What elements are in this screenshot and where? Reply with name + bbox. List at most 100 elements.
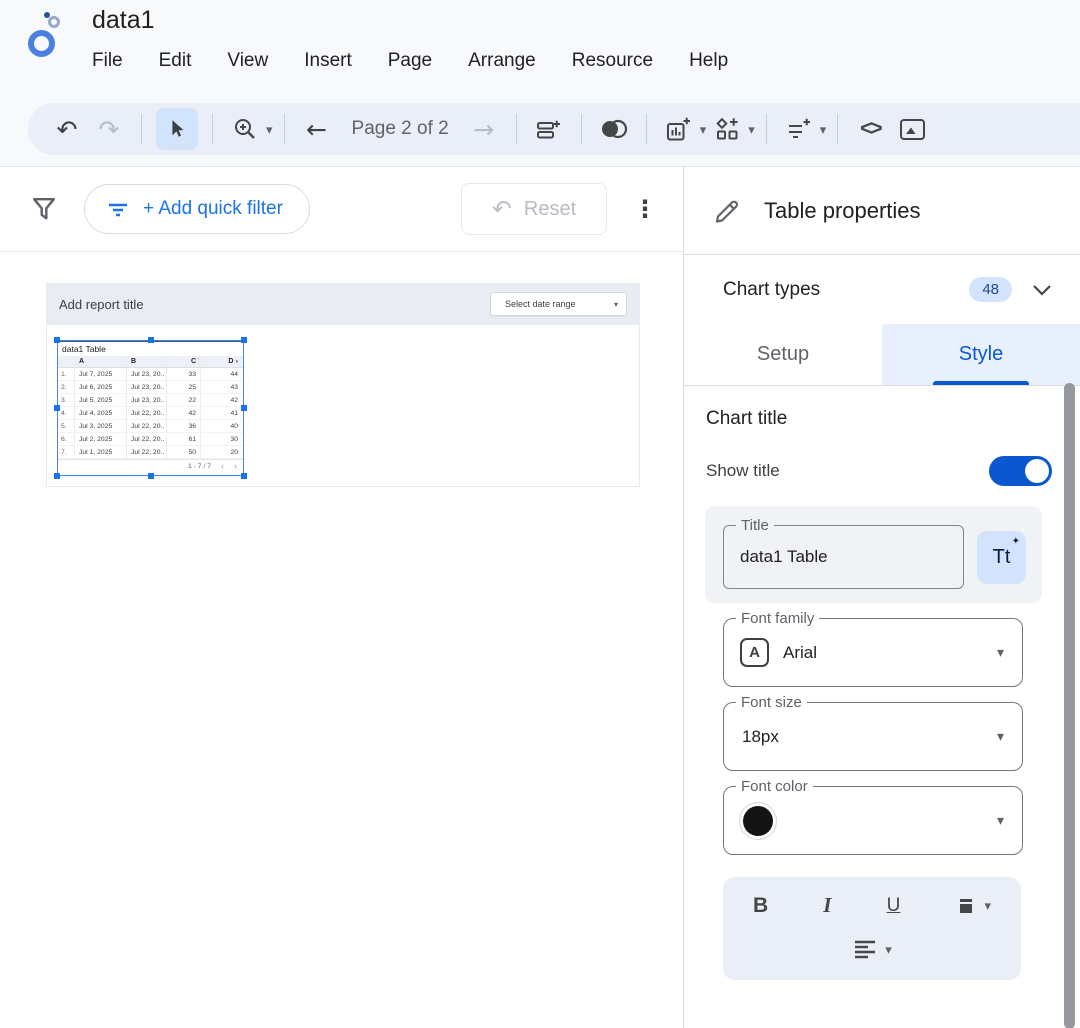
toolbar-separator — [581, 114, 582, 144]
title-field-label: Title — [736, 517, 774, 534]
selection-handle[interactable] — [241, 405, 247, 411]
chart-types-label: Chart types — [723, 279, 820, 301]
bold-button[interactable]: B — [753, 894, 768, 918]
active-tab-underline — [933, 381, 1029, 385]
page-indicator: Page 2 of 2 — [352, 118, 449, 140]
pagination-next-icon[interactable]: › — [234, 462, 237, 471]
add-image-button[interactable] — [894, 111, 930, 147]
table-chart-selected[interactable]: data1 Table A B C D▾ 1. Jul 7, 2025 J — [57, 340, 244, 476]
add-control-icon — [785, 116, 812, 143]
chart-types-count-badge: 48 — [969, 277, 1012, 302]
zoom-caret-icon[interactable]: ▾ — [266, 123, 273, 136]
filter-funnel-icon[interactable] — [30, 194, 58, 224]
report-page[interactable]: Add report title Select date range ▾ — [46, 283, 640, 487]
toolbar: ↶ ↷ ▾ ← Page 2 of 2 → — [28, 103, 1080, 155]
image-icon — [899, 116, 926, 143]
panel-scrollbar[interactable] — [1064, 383, 1075, 1028]
font-family-field[interactable]: Font family A Arial ▾ — [723, 618, 1023, 687]
font-size-field[interactable]: Font size 18px ▾ — [723, 702, 1023, 771]
pencil-icon — [712, 196, 742, 226]
alignment-caret-icon: ▾ — [885, 943, 892, 956]
selection-handle[interactable] — [54, 473, 60, 479]
back-arrow-icon: ← — [306, 117, 327, 142]
selection-handle[interactable] — [241, 473, 247, 479]
menu-help[interactable]: Help — [689, 50, 728, 72]
tab-setup[interactable]: Setup — [684, 324, 882, 385]
add-quick-filter-button[interactable]: + Add quick filter — [84, 184, 310, 234]
community-visualizations-caret-icon[interactable]: ▾ — [748, 123, 755, 136]
font-color-field[interactable]: Font color ▾ — [723, 786, 1023, 855]
title-input[interactable] — [724, 547, 963, 567]
document-title[interactable]: data1 — [92, 6, 155, 35]
add-control-caret-icon[interactable]: ▾ — [820, 123, 827, 136]
tab-style[interactable]: Style — [882, 324, 1080, 385]
column-header-c[interactable]: C — [167, 356, 201, 367]
chart-title-heading: Chart title — [706, 408, 1080, 430]
fill-color-button[interactable]: ▾ — [955, 895, 991, 917]
font-size-caret-icon: ▾ — [997, 728, 1004, 745]
selection-handle[interactable] — [148, 473, 154, 479]
zoom-button[interactable] — [227, 111, 263, 147]
add-page-icon — [535, 116, 562, 143]
italic-button[interactable]: I — [823, 893, 831, 918]
forward-arrow-icon: → — [473, 117, 494, 142]
blend-data-button[interactable] — [596, 111, 632, 147]
generate-title-ai-button[interactable]: Tt ✦ — [977, 531, 1026, 584]
add-control-button[interactable] — [781, 111, 817, 147]
column-header-b[interactable]: B — [127, 356, 167, 367]
report-title-placeholder[interactable]: Add report title — [59, 297, 144, 312]
toolbar-separator — [141, 114, 142, 144]
table-row: 2. Jul 6, 2025 Jul 23, 20.. 25 43 — [58, 381, 243, 394]
properties-panel: Table properties Chart types 48 Setup St… — [683, 167, 1080, 1028]
pagination-prev-icon[interactable]: ‹ — [221, 462, 224, 471]
next-page-button[interactable]: → — [466, 111, 502, 147]
menu-file[interactable]: File — [92, 50, 123, 72]
selection-handle[interactable] — [54, 337, 60, 343]
chart-types-row[interactable]: Chart types 48 — [684, 255, 1080, 324]
menu-edit[interactable]: Edit — [159, 50, 192, 72]
looker-studio-logo-icon[interactable] — [26, 12, 70, 62]
add-chart-caret-icon[interactable]: ▾ — [700, 123, 707, 136]
menu-resource[interactable]: Resource — [572, 50, 653, 72]
add-quick-filter-label: + Add quick filter — [143, 198, 283, 220]
toolbar-separator — [284, 114, 285, 144]
more-options-kebab-icon[interactable]: ⋮ — [633, 195, 657, 224]
chevron-down-icon[interactable] — [1032, 284, 1052, 296]
redo-button[interactable]: ↷ — [91, 111, 127, 147]
table-row: 4. Jul 4, 2025 Jul 22, 20.. 42 41 — [58, 407, 243, 420]
reset-button[interactable]: ↶ Reset — [461, 183, 607, 235]
column-header-a[interactable]: A — [75, 356, 127, 367]
menu-view[interactable]: View — [227, 50, 268, 72]
main: + Add quick filter ↶ Reset ⋮ Add report … — [0, 166, 1080, 1028]
menu-page[interactable]: Page — [388, 50, 432, 72]
menu-arrange[interactable]: Arrange — [468, 50, 536, 72]
toolbar-separator — [837, 114, 838, 144]
add-chart-button[interactable] — [661, 111, 697, 147]
previous-page-button[interactable]: ← — [299, 111, 335, 147]
menu-insert[interactable]: Insert — [304, 50, 352, 72]
panel-header: Table properties — [684, 167, 1080, 255]
community-visualizations-button[interactable] — [709, 111, 745, 147]
undo-button[interactable]: ↶ — [49, 111, 85, 147]
add-page-button[interactable] — [531, 111, 567, 147]
reset-label: Reset — [524, 198, 576, 221]
font-family-caret-icon: ▾ — [997, 644, 1004, 661]
embed-button[interactable]: <> — [852, 111, 888, 147]
date-range-caret-icon: ▾ — [614, 300, 618, 309]
select-mode-button[interactable] — [156, 108, 198, 150]
toolbar-separator — [212, 114, 213, 144]
selection-handle[interactable] — [241, 337, 247, 343]
sort-caret-icon: ▾ — [235, 359, 238, 365]
underline-button[interactable]: U — [887, 895, 901, 917]
date-range-control[interactable]: Select date range ▾ — [490, 292, 627, 316]
alignment-button[interactable]: ▾ — [753, 938, 991, 960]
show-title-row: Show title — [706, 456, 1052, 486]
toolbar-separator — [766, 114, 767, 144]
menubar: File Edit View Insert Page Arrange Resou… — [92, 50, 728, 72]
show-title-toggle[interactable] — [989, 456, 1052, 486]
selection-handle[interactable] — [54, 405, 60, 411]
reset-undo-icon: ↶ — [492, 197, 512, 221]
selection-handle[interactable] — [148, 337, 154, 343]
column-header-d[interactable]: D▾ — [201, 356, 242, 367]
report-canvas[interactable]: Add report title Select date range ▾ — [0, 252, 683, 1028]
